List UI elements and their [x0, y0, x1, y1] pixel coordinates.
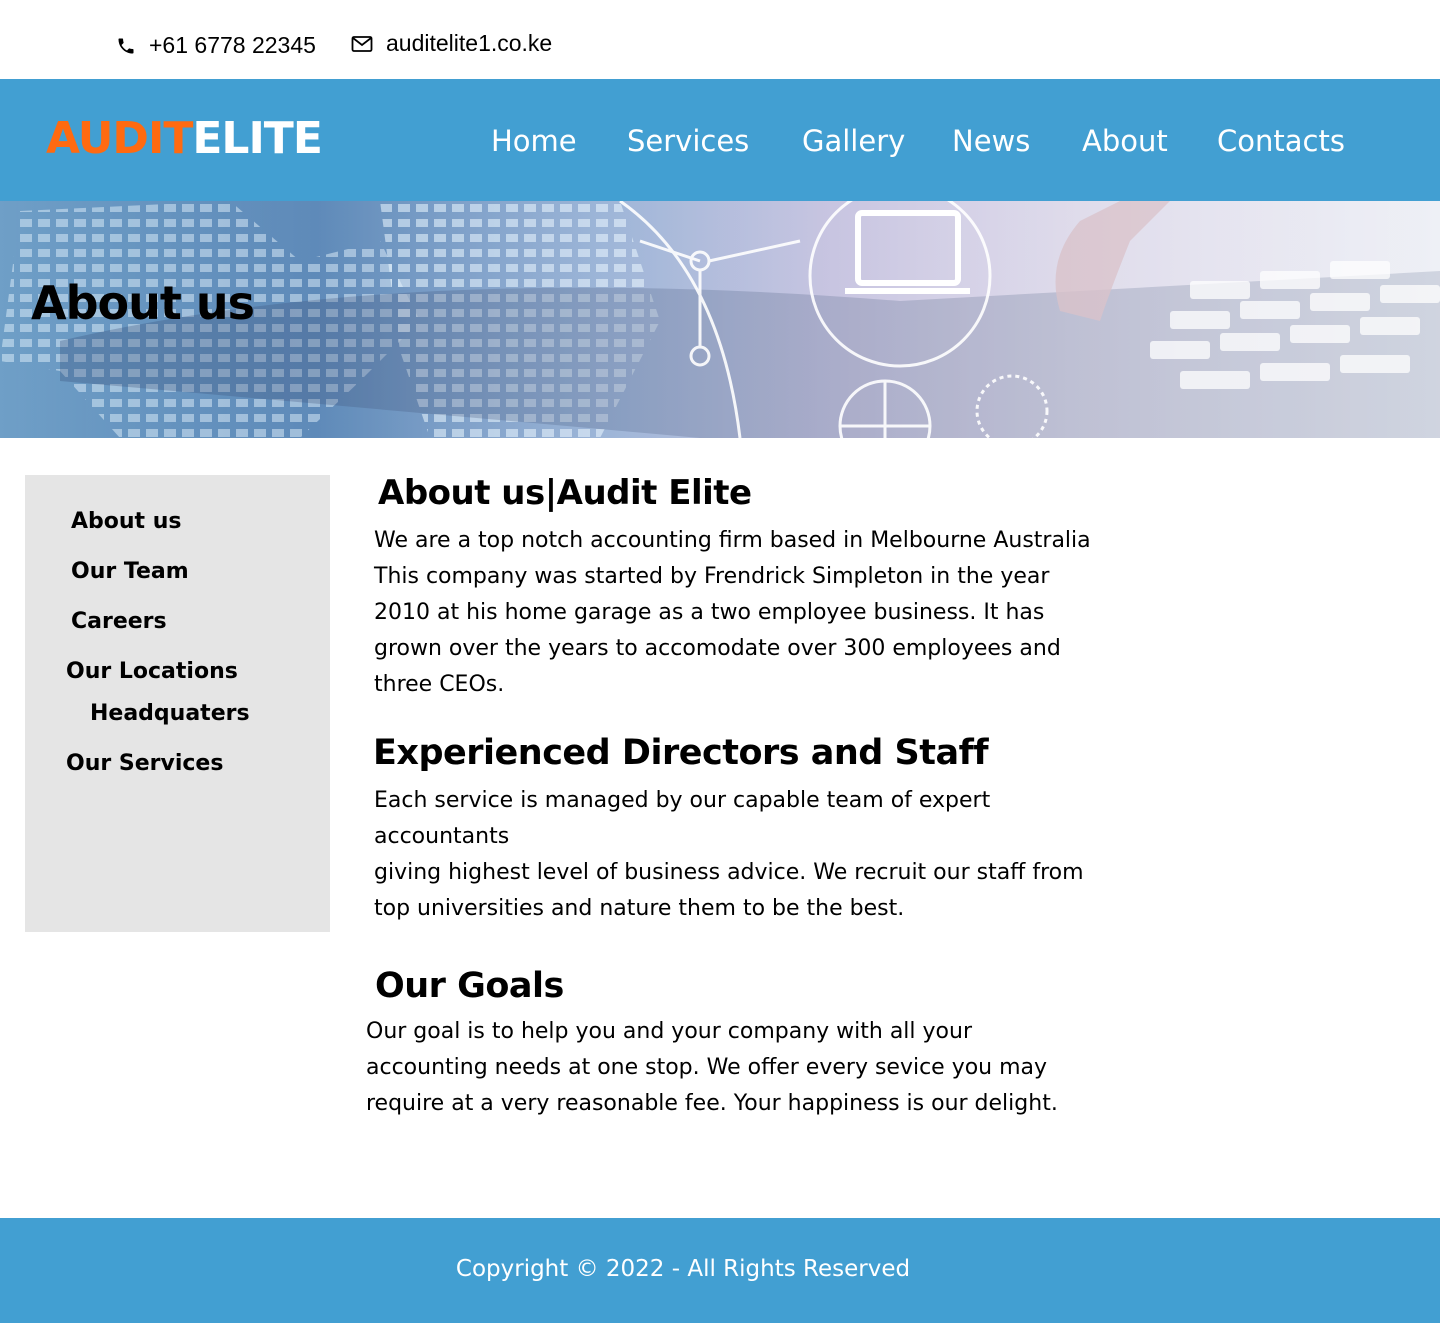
email-contact[interactable]: auditelite1.co.ke [351, 30, 552, 57]
nav-gallery[interactable]: Gallery [802, 121, 905, 161]
goals-line-1: Our goal is to help you and your company… [366, 1019, 972, 1044]
directors-line-1: Each service is managed by our capable t… [374, 788, 991, 813]
about-line-3: 2010 at his home garage as a two employe… [374, 600, 1045, 625]
page-title: About us [31, 276, 255, 330]
about-line-1: We are a top notch accounting firm based… [374, 528, 1091, 553]
nav-services[interactable]: Services [627, 121, 749, 161]
nav-contacts[interactable]: Contacts [1217, 121, 1345, 161]
site-logo[interactable]: AUDITELITE [46, 113, 323, 165]
sidebar-item-about-us[interactable]: About us [71, 509, 181, 534]
email-address: auditelite1.co.ke [386, 30, 553, 56]
phone-contact[interactable]: +61 6778 22345 [116, 32, 316, 59]
about-line-2: This company was started by Frendrick Si… [374, 564, 1050, 589]
logo-elite: ELITE [192, 113, 323, 164]
goals-line-2: accounting needs at one stop. We offer e… [366, 1055, 1048, 1080]
footer: Copyright © 2022 - All Rights Reserved [0, 1218, 1440, 1323]
mail-icon [351, 35, 373, 52]
contact-bar: +61 6778 22345 auditelite1.co.ke [0, 0, 1440, 79]
goals-line-3: require at a very reasonable fee. Your h… [366, 1091, 1058, 1116]
phone-number: +61 6778 22345 [149, 32, 316, 58]
nav-news[interactable]: News [952, 121, 1030, 161]
sidebar-item-our-services[interactable]: Our Services [66, 751, 223, 776]
nav-about[interactable]: About [1082, 121, 1168, 161]
nav-home[interactable]: Home [491, 121, 577, 161]
section-heading-goals: Our Goals [375, 966, 564, 1006]
sidebar-item-our-team[interactable]: Our Team [71, 559, 189, 584]
about-line-5: three CEOs. [374, 672, 505, 697]
directors-line-4: top universities and nature them to be t… [374, 896, 905, 921]
sidebar-item-our-locations[interactable]: Our Locations [66, 659, 238, 684]
sidebar: About us Our Team Careers Our Locations … [25, 475, 330, 932]
about-line-4: grown over the years to accomodate over … [374, 636, 1061, 661]
section-heading-directors: Experienced Directors and Staff [373, 733, 989, 773]
section-heading-about: About us|Audit Elite [378, 473, 752, 513]
directors-line-3: giving highest level of business advice.… [374, 860, 1084, 885]
directors-line-2: accountants [374, 824, 510, 849]
copyright-text: Copyright © 2022 - All Rights Reserved [455, 1256, 911, 1282]
main-navbar: AUDITELITE Home Services Gallery News Ab… [0, 79, 1440, 201]
logo-audit: AUDIT [46, 113, 193, 164]
sidebar-item-careers[interactable]: Careers [71, 609, 167, 634]
phone-icon [118, 38, 134, 53]
sidebar-item-headquaters[interactable]: Headquaters [90, 701, 250, 726]
hero-banner: About us [0, 201, 1440, 438]
